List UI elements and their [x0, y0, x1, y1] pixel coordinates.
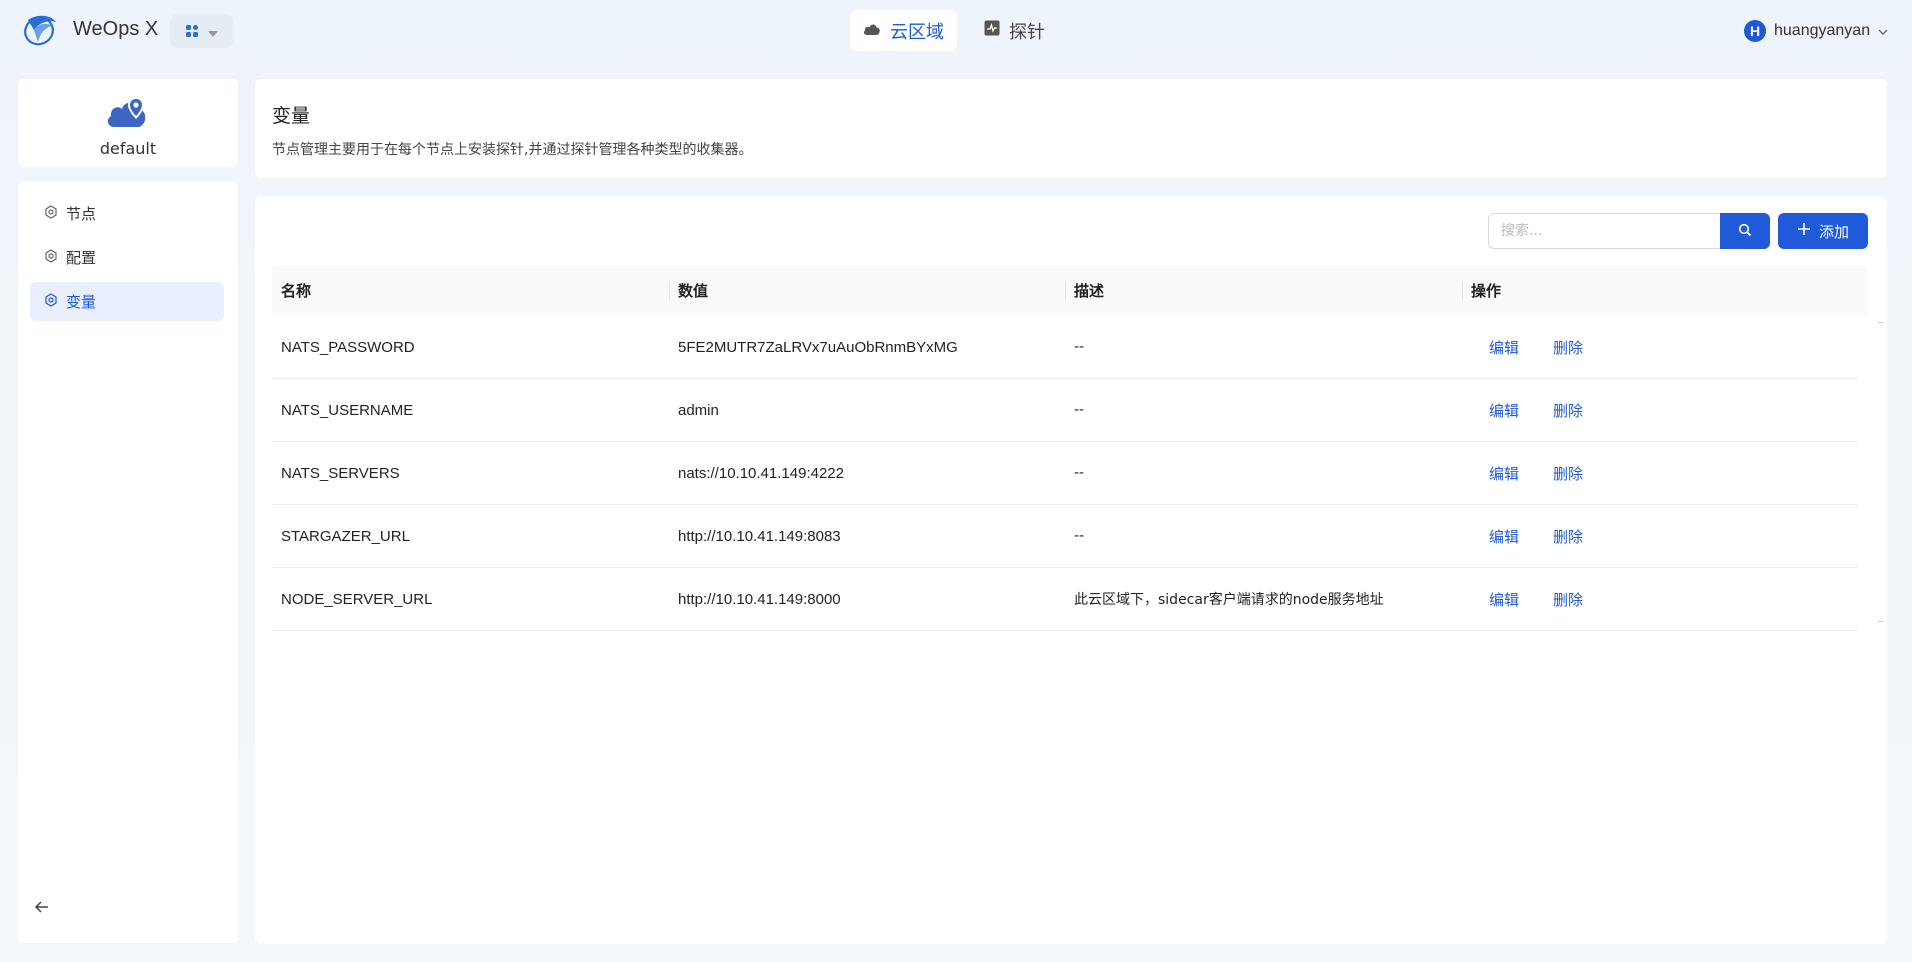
cloud-icon: [863, 20, 881, 41]
table-row: NODE_SERVER_URL http://10.10.41.149:8000…: [272, 568, 1858, 631]
plus-icon: [1797, 222, 1811, 240]
cell-actions: 编辑 删除: [1462, 568, 1858, 630]
tab-cloud-region-label: 云区域: [890, 21, 944, 43]
column-header-actions: 操作: [1462, 265, 1858, 316]
table-row: NATS_USERNAME admin -- 编辑 删除: [272, 379, 1858, 442]
user-menu[interactable]: H huangyanyan: [1744, 20, 1888, 42]
cell-value: admin: [678, 401, 719, 419]
table-row: NATS_PASSWORD 5FE2MUTR7ZaLRVx7uAuObRnmBY…: [272, 316, 1858, 379]
column-header-value: 数值: [669, 265, 1065, 316]
table-row: STARGAZER_URL http://10.10.41.149:8083 -…: [272, 505, 1858, 568]
cell-value: 5FE2MUTR7ZaLRVx7uAuObRnmBYxMG: [678, 338, 958, 356]
gear-icon: [44, 204, 58, 223]
apps-grid-icon: [185, 22, 198, 41]
avatar: H: [1744, 20, 1766, 42]
cell-description: 此云区域下，sidecar客户端请求的node服务地址: [1074, 592, 1384, 608]
tab-probe[interactable]: 探针: [971, 10, 1058, 51]
add-button-label: 添加: [1818, 222, 1849, 241]
cell-value: nats://10.10.41.149:4222: [678, 464, 844, 482]
column-header-name: 名称: [281, 282, 312, 300]
cloud-location-icon: [106, 95, 148, 133]
cell-actions: 编辑 删除: [1462, 316, 1858, 378]
sidebar: 节点 配置 变量: [18, 181, 238, 943]
delete-link[interactable]: 删除: [1553, 589, 1583, 610]
edit-link[interactable]: 编辑: [1489, 337, 1519, 358]
edit-link[interactable]: 编辑: [1489, 589, 1519, 610]
table-row: NATS_SERVERS nats://10.10.41.149:4222 --…: [272, 442, 1858, 505]
add-variable-button[interactable]: 添加: [1778, 213, 1868, 249]
chevron-down-icon: [1878, 22, 1888, 40]
page-title: 变量: [272, 105, 311, 127]
sidebar-item-label: 配置: [66, 249, 97, 267]
delete-link[interactable]: 删除: [1553, 337, 1583, 358]
column-header-description: 描述: [1065, 265, 1462, 316]
sidebar-item-label: 节点: [66, 205, 97, 223]
cell-value: http://10.10.41.149:8083: [678, 527, 841, 545]
edit-link[interactable]: 编辑: [1489, 526, 1519, 547]
app-switcher-button[interactable]: [170, 14, 233, 48]
sidebar-item-config[interactable]: 配置: [30, 238, 224, 277]
delete-link[interactable]: 删除: [1553, 463, 1583, 484]
scrollbar-top-marker[interactable]: [1878, 322, 1883, 323]
search-icon: [1738, 222, 1752, 241]
search-field: [1488, 213, 1722, 249]
tab-probe-label: 探针: [1009, 21, 1045, 43]
cell-name: NATS_USERNAME: [281, 401, 414, 419]
gear-icon: [44, 248, 58, 267]
delete-link[interactable]: 删除: [1553, 526, 1583, 547]
user-name: huangyanyan: [1774, 22, 1871, 39]
table-header: 名称 数值 描述 操作: [272, 265, 1868, 316]
gear-icon: [44, 292, 58, 311]
sidebar-item-label: 变量: [66, 293, 97, 311]
cell-actions: 编辑 删除: [1462, 379, 1858, 441]
page-description: 节点管理主要用于在每个节点上安装探针,并通过探针管理各种类型的收集器。: [272, 142, 753, 158]
cell-description: --: [1074, 528, 1085, 544]
region-card: default: [18, 79, 238, 167]
sidebar-item-nodes[interactable]: 节点: [30, 194, 224, 233]
search-button[interactable]: [1720, 213, 1770, 249]
edit-link[interactable]: 编辑: [1489, 463, 1519, 484]
cell-value: http://10.10.41.149:8000: [678, 590, 841, 608]
delete-link[interactable]: 删除: [1553, 400, 1583, 421]
cell-name: STARGAZER_URL: [281, 527, 410, 545]
search-input[interactable]: [1489, 214, 1721, 248]
probe-icon: [984, 20, 1000, 41]
main-nav: 云区域 探针: [850, 10, 1058, 51]
collapse-sidebar-button[interactable]: [34, 899, 50, 918]
variables-panel: 添加 名称 数值 描述 操作 NATS_PASSWORD 5FE2MUTR7Za…: [255, 196, 1887, 944]
sidebar-item-variables[interactable]: 变量: [30, 282, 224, 321]
cell-actions: 编辑 删除: [1462, 442, 1858, 504]
caret-down-icon: [207, 22, 218, 41]
app-name: WeOps X: [73, 18, 159, 40]
cell-description: --: [1074, 402, 1085, 418]
cell-name: NATS_PASSWORD: [281, 338, 415, 356]
cell-name: NODE_SERVER_URL: [281, 590, 433, 608]
cell-description: --: [1074, 339, 1085, 355]
tab-cloud-region[interactable]: 云区域: [850, 10, 957, 51]
weops-logo-icon[interactable]: [22, 12, 60, 48]
arrow-left-icon: [34, 899, 50, 918]
cell-actions: 编辑 删除: [1462, 505, 1858, 567]
cell-description: --: [1074, 465, 1085, 481]
region-label: default: [99, 139, 157, 158]
top-bar: WeOps X 云区域 探针 H huangyanyan: [0, 0, 1912, 62]
variables-table: 名称 数值 描述 操作 NATS_PASSWORD 5FE2MUTR7ZaLRV…: [272, 265, 1883, 631]
cell-name: NATS_SERVERS: [281, 464, 400, 482]
page-header: 变量 节点管理主要用于在每个节点上安装探针,并通过探针管理各种类型的收集器。: [255, 79, 1887, 178]
scrollbar-bottom-marker[interactable]: [1878, 621, 1883, 622]
edit-link[interactable]: 编辑: [1489, 400, 1519, 421]
